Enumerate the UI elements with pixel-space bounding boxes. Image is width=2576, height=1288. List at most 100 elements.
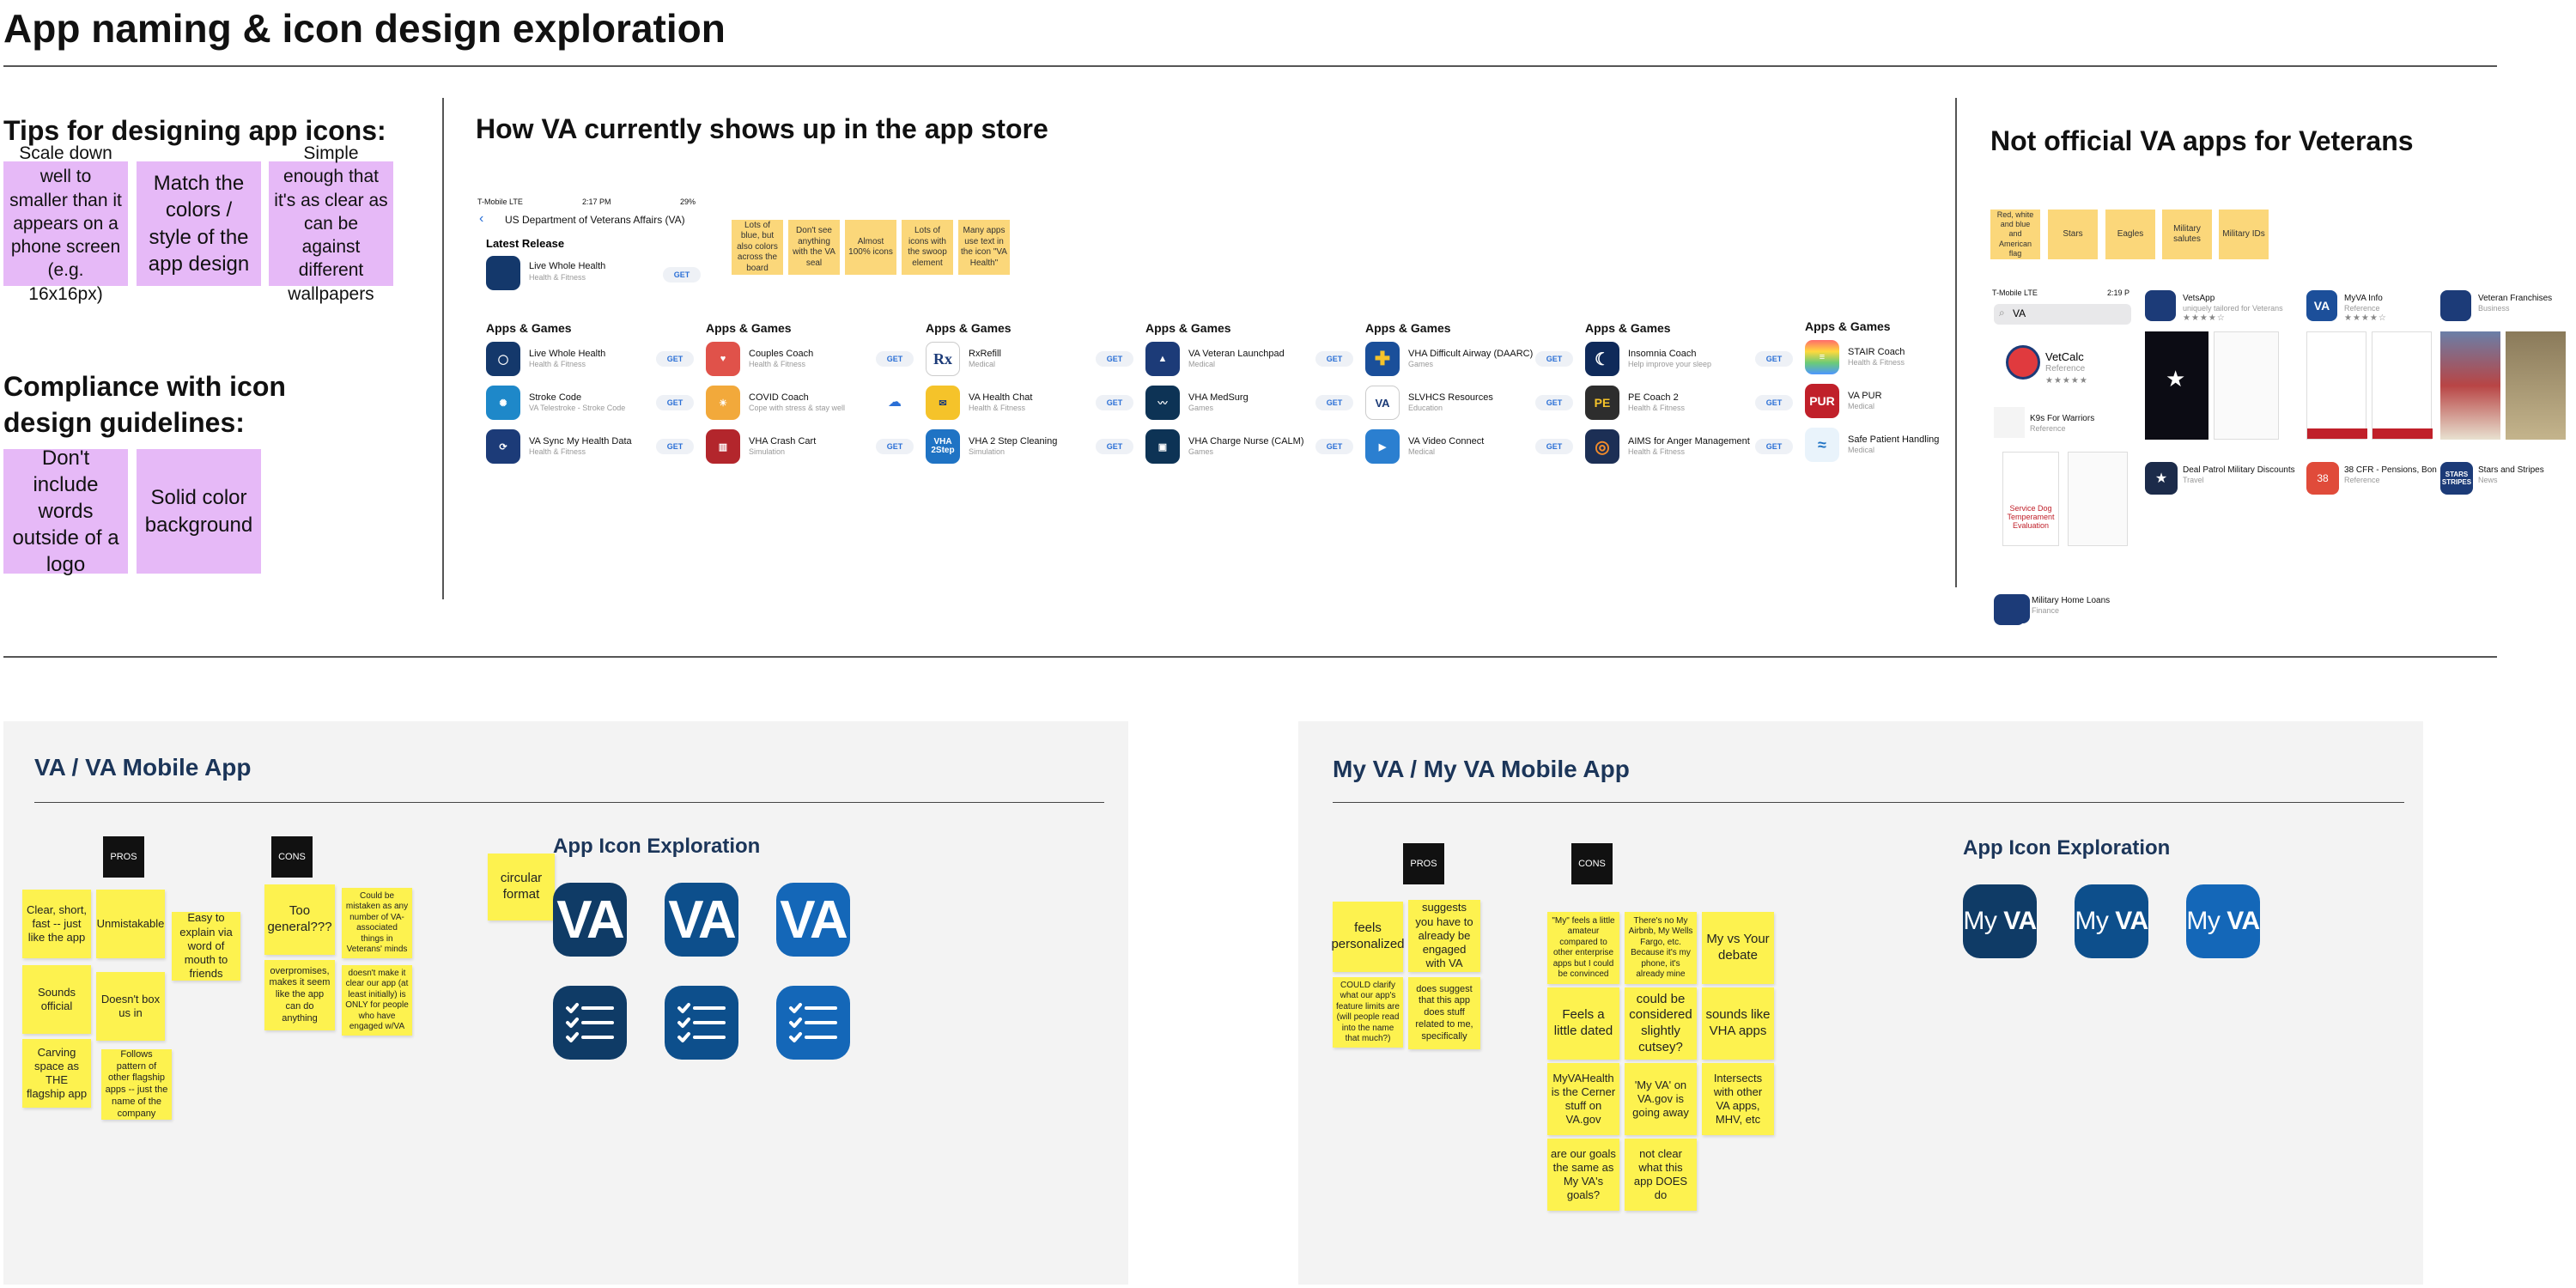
vha-2step-icon: VHA 2Step: [926, 429, 960, 464]
get-button[interactable]: GET: [1315, 395, 1353, 410]
get-button[interactable]: GET: [656, 351, 694, 367]
live-whole-health-icon: [486, 256, 520, 290]
get-button[interactable]: GET: [1096, 439, 1133, 454]
icon-my-text: My: [1963, 907, 1997, 935]
get-button[interactable]: GET: [876, 439, 914, 454]
pros-label: PROS: [1403, 843, 1444, 884]
pro-sticky: Unmistakable: [96, 890, 165, 958]
app-category: Games: [1188, 404, 1214, 413]
app-category: Simulation: [749, 447, 786, 457]
get-button[interactable]: GET: [656, 395, 694, 410]
rating-stars: ★★★★☆: [2344, 313, 2387, 323]
wave-icon: ≈: [1805, 428, 1839, 462]
franchise-icon: [2440, 290, 2471, 321]
pro-sticky: Sounds official: [22, 965, 91, 1034]
star-icon: ★: [2166, 366, 2186, 392]
app-column: ♥ Couples Coach Health & Fitness GET ☀ COVI…: [704, 342, 924, 471]
app-name: Stars and Stripes: [2478, 465, 2544, 475]
get-button[interactable]: GET: [1535, 395, 1573, 410]
get-button[interactable]: GET: [656, 439, 694, 454]
vetsapp-screenshot: [2214, 331, 2279, 440]
app-name: Live Whole Health: [529, 349, 606, 359]
home-loans-icon: [2001, 594, 2030, 623]
app-name: Deal Patrol Military Discounts: [2183, 465, 2295, 475]
get-button[interactable]: GET: [1315, 351, 1353, 367]
store-heading: How VA currently shows up in the app sto…: [476, 113, 1048, 144]
app-category: Reference: [2030, 424, 2066, 433]
con-sticky: There's no My Airbnb, My Wells Fargo, et…: [1625, 912, 1697, 984]
back-chevron-icon[interactable]: ‹: [479, 211, 483, 227]
status-time: 2:17 PM: [582, 197, 611, 206]
latest-release-label: Latest Release: [486, 237, 565, 250]
heartbeat-icon: 〰: [1145, 386, 1180, 420]
get-button[interactable]: GET: [1755, 395, 1793, 410]
get-button[interactable]: GET: [1096, 351, 1133, 367]
get-button[interactable]: GET: [663, 267, 701, 283]
download-cloud-icon[interactable]: ☁: [888, 393, 902, 410]
get-button[interactable]: GET: [1535, 439, 1573, 454]
exploration-title: App Icon Exploration: [553, 835, 761, 858]
app-name: VA PUR: [1848, 391, 1882, 401]
app-name: 38 CFR - Pensions, Bon: [2344, 465, 2437, 475]
pro-sticky: does suggest that this app does stuff re…: [1408, 977, 1480, 1049]
app-name: VHA Difficult Airway (DAARC): [1408, 349, 1534, 359]
app-name: Couples Coach: [749, 349, 814, 359]
myva-app-icon: My VA: [1963, 884, 2037, 958]
cross-icon: ✚: [1365, 342, 1400, 376]
apps-games-heading: Apps & Games: [926, 321, 1012, 335]
get-button[interactable]: GET: [1755, 351, 1793, 367]
page-title: App naming & icon design exploration: [3, 6, 726, 51]
observation-note: Many apps use text in the icon "VA Healt…: [958, 220, 1010, 275]
icon-va-text: VA: [2115, 907, 2148, 935]
compliance-card: Solid color background: [137, 449, 261, 574]
vetsapp-screenshot: ★: [2145, 331, 2208, 440]
va-app-icon: VA: [665, 883, 738, 957]
status-carrier: T-Mobile LTE: [1992, 289, 2038, 297]
app-category: Medical: [1848, 402, 1875, 411]
stars-stripes-icon: STARS STRIPES: [2440, 462, 2473, 495]
icon-va-text: VA: [2227, 907, 2260, 935]
apps-games-heading: Apps & Games: [1145, 321, 1231, 335]
app-category: Cope with stress & stay well: [749, 404, 846, 413]
get-button[interactable]: GET: [1315, 439, 1353, 454]
pro-sticky: suggests you have to already be engaged …: [1408, 900, 1480, 972]
get-button[interactable]: GET: [1535, 351, 1573, 367]
search-query: VA: [2013, 307, 2026, 319]
get-button[interactable]: GET: [1755, 439, 1793, 454]
app-category: Health & Fitness: [969, 404, 1026, 413]
get-button[interactable]: GET: [1096, 395, 1133, 410]
app-column: ✚ VHA Difficult Airway (DAARC) Games GET V…: [1364, 342, 1583, 471]
vetcalc-icon: [2006, 345, 2040, 380]
get-button[interactable]: GET: [876, 351, 914, 367]
tip-card: Simple enough that it's as clear as can …: [269, 143, 393, 304]
con-sticky: Intersects with other VA apps, MHV, etc: [1702, 1063, 1774, 1135]
va-app-icon: VA: [553, 883, 627, 957]
pro-sticky: Doesn't box us in: [96, 972, 165, 1041]
app-category: Health & Fitness: [1628, 447, 1686, 457]
app-column: ◯ Live Whole Health Health & Fitness GET ✺…: [484, 342, 704, 471]
pro-sticky: Carving space as THE flagship app: [22, 1039, 91, 1108]
app-column: ≡ STAIR Coach Health & Fitness PUR VA PUR Me…: [1803, 340, 1944, 469]
app-name: VHA MedSurg: [1188, 392, 1249, 403]
checklist-app-icon: [553, 986, 627, 1060]
search-input[interactable]: ⌕ VA: [1994, 304, 2131, 325]
moon-icon: ☾: [1585, 342, 1619, 376]
va-app-icon: VA: [776, 883, 850, 957]
app-category: News: [2478, 476, 2498, 484]
observation-note: Almost 100% icons: [845, 220, 896, 275]
vetsapp-icon: [2145, 290, 2176, 321]
app-name: Military Home Loans: [2032, 596, 2111, 605]
pro-sticky: COULD clarify what our app's feature lim…: [1333, 977, 1403, 1048]
apps-games-heading: Apps & Games: [1805, 319, 1891, 333]
column-divider: [442, 98, 444, 599]
app-name: Live Whole Health: [529, 261, 606, 271]
va-logo-icon: VA: [1365, 386, 1400, 420]
pro-sticky: Easy to explain via word of mouth to fri…: [172, 911, 240, 981]
rating-stars: ★★★★☆: [2183, 313, 2226, 323]
spiral-icon: ◎: [1585, 429, 1619, 464]
app-category: Finance: [2032, 606, 2060, 615]
column-divider: [1955, 98, 1957, 587]
app-column: ☾ Insomnia Coach Help improve your sleep G…: [1583, 342, 1803, 471]
icon-my-text: My: [2075, 907, 2109, 935]
app-name: AIMS for Anger Management: [1628, 436, 1750, 447]
